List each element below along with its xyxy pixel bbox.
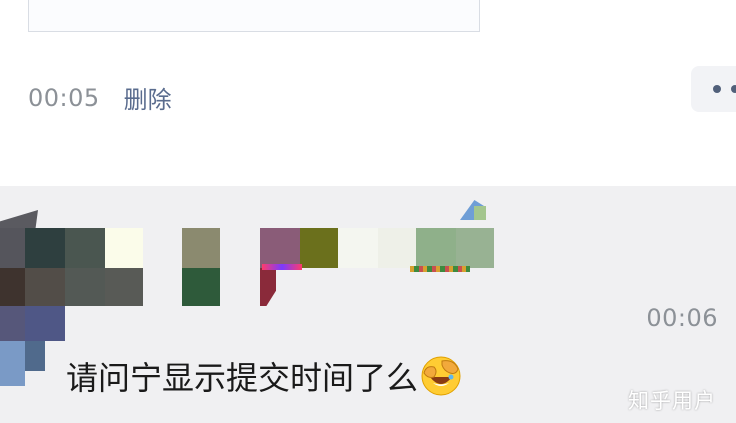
post-timestamp: 00:05 (28, 83, 100, 112)
mosaic-block (0, 228, 25, 268)
mosaic-block (105, 228, 143, 268)
mosaic-block (260, 268, 276, 306)
mosaic-block (410, 266, 470, 272)
mosaic-block (25, 228, 65, 268)
mosaic-block (0, 341, 25, 386)
mosaic-block (338, 228, 378, 268)
mosaic-block (456, 228, 494, 268)
mosaic-block (262, 264, 302, 270)
watermark: 知乎用户 (628, 389, 716, 413)
facepalm-laugh-emoji-icon (420, 355, 462, 397)
mosaic-block (0, 268, 25, 306)
mosaic-block (182, 228, 220, 268)
more-button[interactable] (691, 66, 736, 112)
mosaic-block (25, 306, 65, 341)
mosaic-block (25, 341, 45, 371)
image-preview[interactable] (28, 0, 480, 32)
mosaic-block (474, 206, 486, 220)
mosaic-block (260, 228, 300, 268)
mosaic-block (0, 306, 25, 341)
reply-timestamp: 00:06 (646, 304, 718, 332)
mosaic-block (416, 228, 456, 268)
mosaic-block (25, 268, 65, 306)
mosaic-block (65, 228, 105, 268)
delete-button[interactable]: 删除 (124, 80, 172, 115)
post-card: 00:05 删除 (0, 0, 736, 186)
post-meta: 00:05 删除 (28, 80, 172, 115)
mosaic-block (105, 268, 143, 306)
reply-message-text: 请问宁显示提交时间了么 (66, 359, 419, 397)
reply-message: 请问宁显示提交时间了么 (66, 353, 462, 399)
mosaic-block (182, 268, 220, 306)
mosaic-block (378, 228, 416, 268)
mosaic-block (65, 268, 105, 306)
mosaic-block (300, 228, 338, 268)
